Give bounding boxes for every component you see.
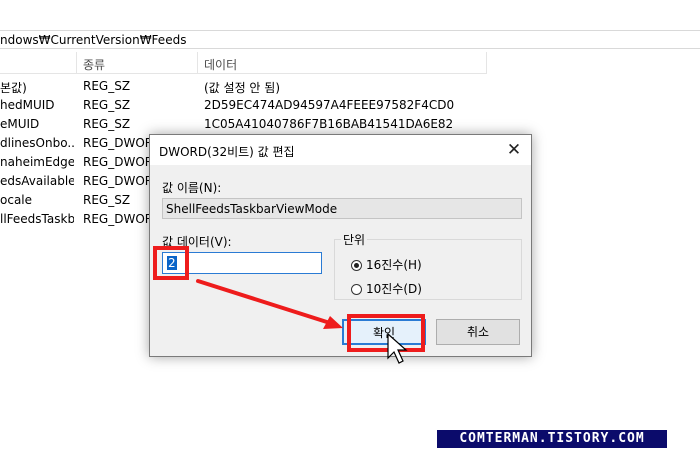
watermark-banner: COMTERMAN.TISTORY.COM	[437, 430, 667, 448]
red-arrow-icon	[196, 279, 343, 329]
mouse-cursor-icon	[387, 332, 408, 364]
annotation-arrow-layer	[196, 279, 408, 364]
